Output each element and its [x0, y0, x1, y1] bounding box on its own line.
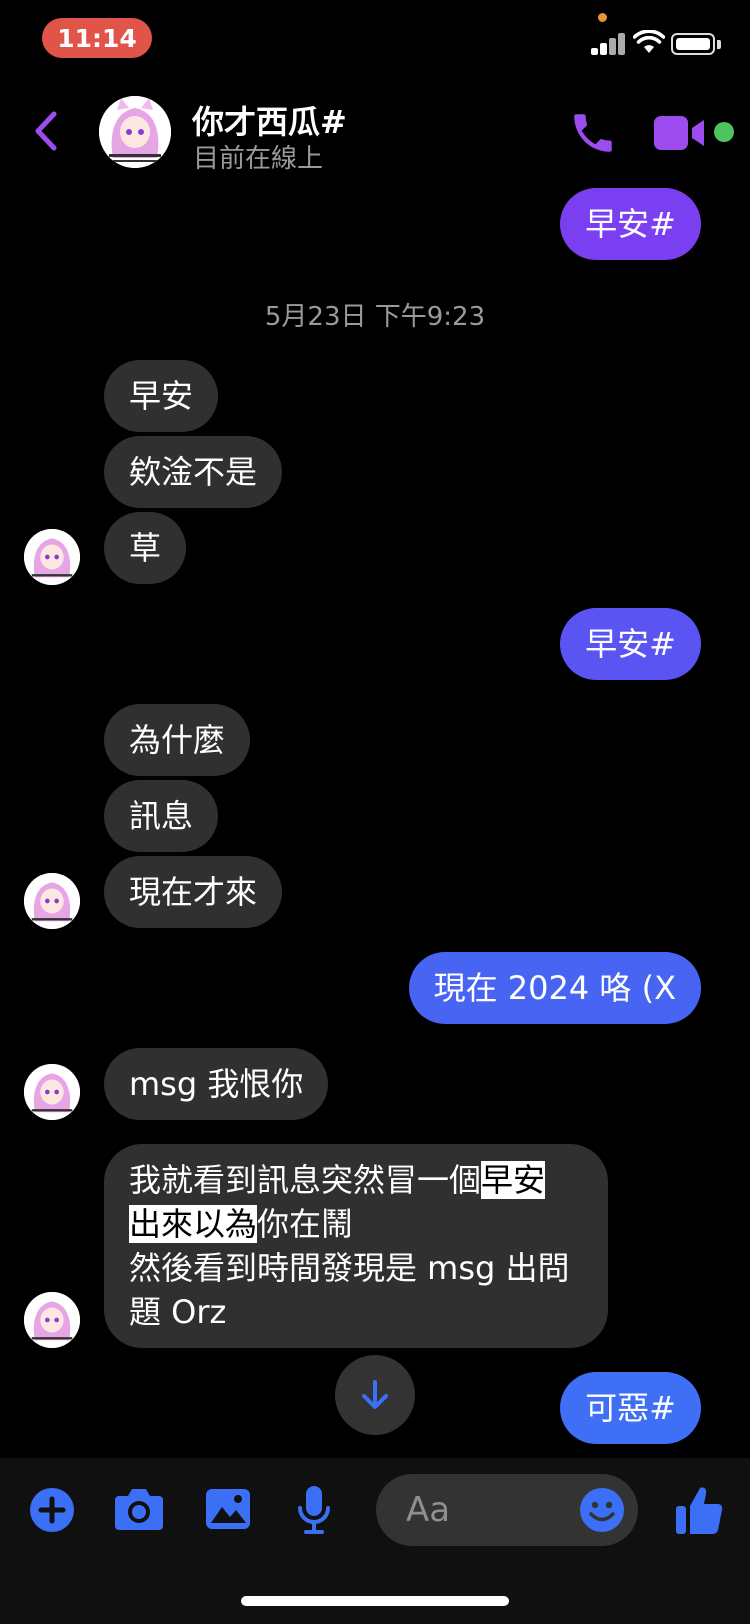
sender-avatar[interactable]: [24, 529, 80, 585]
anime-avatar-icon: [24, 873, 80, 929]
incoming-message[interactable]: 為什麼: [104, 704, 251, 776]
message-text: 你在鬧: [257, 1205, 354, 1243]
video-call-icon[interactable]: [652, 114, 708, 152]
outgoing-message[interactable]: 可惡#: [560, 1372, 701, 1444]
microphone-icon[interactable]: [296, 1484, 332, 1536]
anime-avatar-icon: [24, 1292, 80, 1348]
incoming-message[interactable]: 早安: [104, 360, 219, 432]
highlighted-text: 出來以為: [129, 1205, 258, 1243]
incoming-message[interactable]: 現在才來: [104, 856, 283, 928]
thumbs-up-icon[interactable]: [674, 1484, 724, 1536]
anime-avatar-icon: [24, 1064, 80, 1120]
home-indicator[interactable]: [241, 1596, 509, 1606]
camera-icon[interactable]: [113, 1486, 165, 1532]
cellular-signal-icon: [591, 31, 625, 55]
message-input-placeholder: Aa: [406, 1490, 451, 1530]
incoming-message[interactable]: 欸淦不是: [104, 436, 283, 508]
phone-call-icon[interactable]: [568, 108, 618, 158]
incoming-message[interactable]: msg 我恨你: [104, 1048, 329, 1120]
contact-name: 你才西瓜#: [192, 103, 347, 141]
wifi-icon: [633, 30, 665, 53]
message-timestamp: 5月23日 下午9:23: [264, 302, 486, 332]
arrow-down-icon: [362, 1380, 388, 1409]
outgoing-message[interactable]: 早安#: [560, 608, 701, 680]
back-chevron-icon[interactable]: [30, 110, 60, 152]
online-status-text: 目前在線上: [193, 144, 324, 174]
battery-tip: [717, 40, 721, 49]
privacy-indicator-dot: [598, 13, 607, 22]
incoming-message[interactable]: 訊息: [104, 780, 219, 852]
sender-avatar[interactable]: [24, 1064, 80, 1120]
online-dot: [714, 122, 734, 142]
sender-avatar[interactable]: [24, 873, 80, 929]
contact-avatar[interactable]: [99, 96, 171, 168]
outgoing-message[interactable]: 現在 2024 咯 (X: [408, 952, 701, 1024]
incoming-message-long[interactable]: 我就看到訊息突然冒一個早安 出來以為你在鬧 然後看到時間發現是 msg 出問 題…: [104, 1144, 608, 1348]
message-text: 題 Orz: [129, 1293, 227, 1331]
incoming-message[interactable]: 草: [104, 512, 187, 584]
message-text: 然後看到時間發現是 msg 出問: [129, 1249, 570, 1287]
plus-icon[interactable]: [29, 1487, 75, 1533]
scroll-to-bottom-button[interactable]: [335, 1355, 415, 1435]
emoji-icon[interactable]: [579, 1487, 625, 1533]
highlighted-text: 早安: [481, 1161, 546, 1199]
battery-icon: [671, 33, 715, 55]
status-time: 11:14: [42, 18, 152, 58]
outgoing-message[interactable]: 早安#: [560, 188, 701, 260]
gallery-image-icon[interactable]: [204, 1487, 252, 1531]
sender-avatar[interactable]: [24, 1292, 80, 1348]
anime-avatar-icon: [99, 96, 171, 168]
anime-avatar-icon: [24, 529, 80, 585]
message-text: 我就看到訊息突然冒一個: [129, 1161, 482, 1199]
